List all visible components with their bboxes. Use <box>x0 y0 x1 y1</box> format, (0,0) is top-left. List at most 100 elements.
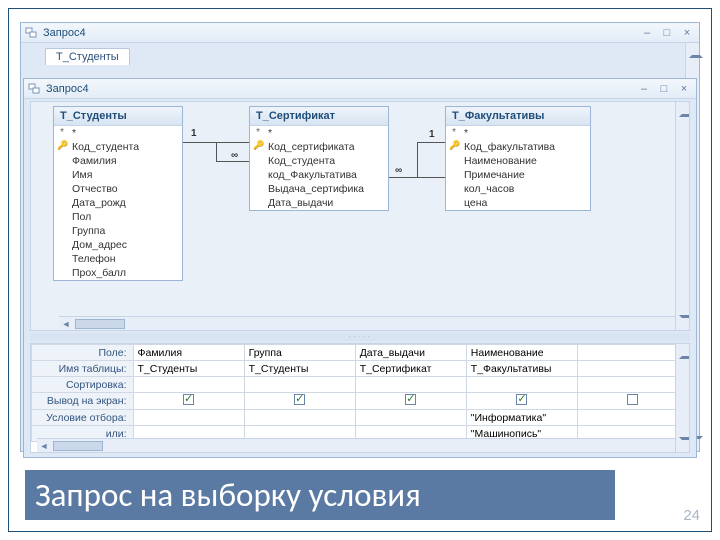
field-row[interactable]: Дата_выдачи <box>250 196 388 210</box>
slide-caption: Запрос на выборку условия <box>25 470 615 520</box>
minimize-button[interactable]: – <box>639 26 655 40</box>
grid-cell[interactable]: Т_Факультативы <box>466 361 577 377</box>
grid-cell[interactable] <box>244 377 355 393</box>
relation-one: 1 <box>429 129 435 140</box>
grid-cell[interactable] <box>133 393 244 410</box>
close-button[interactable]: × <box>676 82 692 96</box>
grid-cell[interactable] <box>355 410 466 426</box>
titlebar-back[interactable]: Запрос4 – □ × <box>21 23 699 43</box>
field-row[interactable]: Примечание <box>446 168 590 182</box>
field-row[interactable]: Код_факультатива <box>446 140 590 154</box>
relation-many: ∞ <box>395 165 402 176</box>
grid-cell[interactable] <box>577 410 688 426</box>
grid-row-criteria: Условие отбора: "Информатика" <box>32 410 689 426</box>
grid-cell[interactable] <box>577 377 688 393</box>
grid-cell[interactable] <box>355 393 466 410</box>
grid-cell[interactable] <box>466 393 577 410</box>
horizontal-scrollbar[interactable]: ◄ <box>37 438 675 452</box>
table-electives[interactable]: Т_Факультативы * Код_факультатива Наимен… <box>445 106 591 211</box>
field-row[interactable]: Дата_рожд <box>54 196 182 210</box>
vertical-scrollbar[interactable] <box>675 344 689 452</box>
grid-cell[interactable]: Т_Студенты <box>244 361 355 377</box>
scroll-left-icon[interactable]: ◄ <box>59 319 73 329</box>
field-row[interactable]: цена <box>446 196 590 210</box>
relation-line <box>417 142 445 143</box>
scroll-thumb[interactable] <box>75 319 125 329</box>
grid-cell[interactable]: Т_Сертификат <box>355 361 466 377</box>
maximize-button[interactable]: □ <box>659 26 675 40</box>
field-row[interactable]: Группа <box>54 224 182 238</box>
relation-one: 1 <box>191 128 197 139</box>
show-checkbox[interactable] <box>405 394 416 405</box>
grid-cell[interactable] <box>577 393 688 410</box>
window-title-front: Запрос4 <box>46 83 89 95</box>
table-title: Т_Сертификат <box>250 107 388 126</box>
grid-cell[interactable]: Фамилия <box>133 345 244 361</box>
field-row[interactable]: Код_сертификата <box>250 140 388 154</box>
grid-cell[interactable] <box>133 377 244 393</box>
grid-cell[interactable]: Дата_выдачи <box>355 345 466 361</box>
relationship-diagram[interactable]: Т_Студенты * Код_студента Фамилия Имя От… <box>30 101 690 331</box>
grid-cell[interactable]: Т_Студенты <box>133 361 244 377</box>
maximize-button[interactable]: □ <box>656 82 672 96</box>
table-title: Т_Студенты <box>54 107 182 126</box>
grid-cell[interactable] <box>133 410 244 426</box>
minimize-button[interactable]: – <box>636 82 652 96</box>
horizontal-scrollbar[interactable]: ◄ <box>59 316 675 330</box>
grid-cell[interactable] <box>244 410 355 426</box>
field-row[interactable]: Выдача_сертифика <box>250 182 388 196</box>
grid-cell[interactable] <box>355 377 466 393</box>
show-checkbox[interactable] <box>294 394 305 405</box>
grid-cell[interactable] <box>244 393 355 410</box>
grid-cell[interactable] <box>466 377 577 393</box>
field-row[interactable]: * <box>250 126 388 140</box>
relation-line <box>216 142 217 162</box>
field-row[interactable]: Наименование <box>446 154 590 168</box>
query-icon <box>25 27 39 39</box>
row-label: Поле: <box>32 345 134 361</box>
vertical-scrollbar[interactable] <box>675 102 689 330</box>
show-checkbox[interactable] <box>183 394 194 405</box>
field-row[interactable]: код_Факультатива <box>250 168 388 182</box>
close-button[interactable]: × <box>679 26 695 40</box>
page-number: 24 <box>683 507 700 524</box>
field-row[interactable]: кол_часов <box>446 182 590 196</box>
field-row[interactable]: Имя <box>54 168 182 182</box>
show-checkbox[interactable] <box>516 394 527 405</box>
grid-row-sort: Сортировка: <box>32 377 689 393</box>
scroll-thumb[interactable] <box>53 441 103 451</box>
grid-cell[interactable] <box>577 345 688 361</box>
pane-splitter[interactable]: ····· <box>30 333 690 341</box>
field-row[interactable]: Дом_адрес <box>54 238 182 252</box>
grid-cell[interactable] <box>577 361 688 377</box>
table-students[interactable]: Т_Студенты * Код_студента Фамилия Имя От… <box>53 106 183 281</box>
field-row[interactable]: Код_студента <box>250 154 388 168</box>
table-title: Т_Факультативы <box>446 107 590 126</box>
query-window-front: Запрос4 – □ × Т_Студенты * Код_студента … <box>23 78 697 458</box>
row-label: Условие отбора: <box>32 410 134 426</box>
relation-many: ∞ <box>231 150 238 161</box>
field-row[interactable]: Фамилия <box>54 154 182 168</box>
grid-cell[interactable]: Наименование <box>466 345 577 361</box>
grid-row-show: Вывод на экран: <box>32 393 689 410</box>
table-tab-back[interactable]: Т_Студенты <box>45 48 130 65</box>
row-label: Сортировка: <box>32 377 134 393</box>
row-label: Вывод на экран: <box>32 393 134 410</box>
field-row[interactable]: Телефон <box>54 252 182 266</box>
qbe-grid[interactable]: Поле: Фамилия Группа Дата_выдачи Наимено… <box>30 343 690 453</box>
scroll-left-icon[interactable]: ◄ <box>37 441 51 451</box>
grid-cell[interactable]: Группа <box>244 345 355 361</box>
grid-row-table: Имя таблицы: Т_Студенты Т_Студенты Т_Сер… <box>32 361 689 377</box>
titlebar-front[interactable]: Запрос4 – □ × <box>24 79 696 99</box>
field-row[interactable]: Прох_балл <box>54 266 182 280</box>
field-row[interactable]: * <box>446 126 590 140</box>
field-row[interactable]: Код_студента <box>54 140 182 154</box>
field-row[interactable]: Пол <box>54 210 182 224</box>
grid-cell[interactable]: "Информатика" <box>466 410 577 426</box>
relation-line <box>417 142 418 178</box>
table-certificate[interactable]: Т_Сертификат * Код_сертификата Код_студе… <box>249 106 389 211</box>
field-row[interactable]: Отчество <box>54 182 182 196</box>
show-checkbox[interactable] <box>627 394 638 405</box>
field-row[interactable]: * <box>54 126 182 140</box>
relation-line <box>216 161 249 162</box>
